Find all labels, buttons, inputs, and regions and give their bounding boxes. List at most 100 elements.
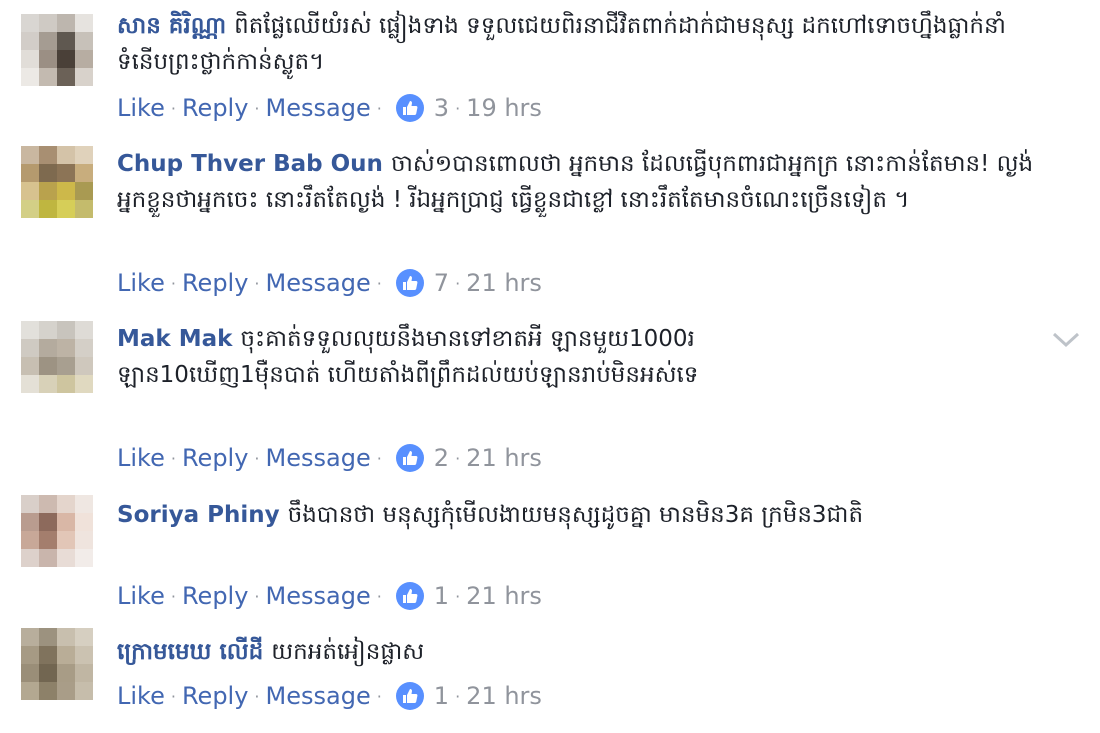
- avatar-pixel: [39, 321, 57, 339]
- avatar-pixel: [57, 200, 75, 218]
- comment-text: សាន គិរិណ្ណា ពិតផ្លែឈើយំរស់ ផ្លៀងទាង ទទួល…: [117, 8, 1057, 80]
- like-count[interactable]: 7: [434, 269, 449, 297]
- avatar-pixel: [75, 50, 93, 68]
- like-count[interactable]: 3: [434, 94, 449, 122]
- avatar-pixel: [57, 14, 75, 32]
- avatar-pixel: [75, 321, 93, 339]
- thumbs-up-icon[interactable]: [395, 444, 424, 472]
- timestamp[interactable]: 21 hrs: [466, 682, 542, 710]
- avatar-pixel: [39, 182, 57, 200]
- avatar-pixel: [39, 32, 57, 50]
- comment-text: ក្រោមមេឃ លើដី យកអត់អៀនផ្លាស: [117, 634, 1057, 670]
- avatar-pixel: [75, 339, 93, 357]
- avatar-pixel: [57, 321, 75, 339]
- like-link[interactable]: Like: [117, 682, 165, 710]
- thumbs-up-icon[interactable]: [395, 682, 424, 710]
- avatar-pixel: [21, 664, 39, 682]
- reply-link[interactable]: Reply: [182, 582, 248, 610]
- separator-dot: ·: [170, 98, 176, 118]
- reply-link[interactable]: Reply: [182, 94, 248, 122]
- avatar-pixel: [57, 646, 75, 664]
- avatar-pixel: [21, 495, 39, 513]
- commenter-name[interactable]: ក្រោមមេឃ លើដី: [117, 639, 263, 665]
- avatar-pixel: [57, 531, 75, 549]
- message-link[interactable]: Message: [266, 269, 371, 297]
- comment-actions: Like · Reply · Message · 2 · 21 hrs: [117, 442, 542, 474]
- avatar[interactable]: [21, 628, 93, 700]
- like-count[interactable]: 1: [434, 682, 449, 710]
- message-link[interactable]: Message: [266, 444, 371, 472]
- timestamp[interactable]: 21 hrs: [466, 269, 542, 297]
- avatar-pixel: [39, 628, 57, 646]
- like-link[interactable]: Like: [117, 444, 165, 472]
- avatar-pixel: [39, 513, 57, 531]
- chevron-down-icon[interactable]: [1050, 325, 1082, 353]
- avatar-pixel: [21, 146, 39, 164]
- separator-dot: ·: [455, 586, 461, 606]
- avatar[interactable]: [21, 495, 93, 567]
- avatar-pixel: [57, 164, 75, 182]
- separator-dot: ·: [455, 98, 461, 118]
- avatar-pixel: [75, 682, 93, 700]
- avatar-pixel: [75, 146, 93, 164]
- like-link[interactable]: Like: [117, 269, 165, 297]
- avatar-pixel: [21, 682, 39, 700]
- avatar[interactable]: [21, 146, 93, 218]
- avatar-pixel: [75, 164, 93, 182]
- commenter-name[interactable]: Soriya Phiny: [117, 502, 280, 528]
- avatar-pixel: [75, 200, 93, 218]
- message-link[interactable]: Message: [266, 582, 371, 610]
- separator-dot: ·: [254, 273, 260, 293]
- comment-actions: Like · Reply · Message · 1 · 21 hrs: [117, 580, 542, 612]
- like-link[interactable]: Like: [117, 94, 165, 122]
- like-link[interactable]: Like: [117, 582, 165, 610]
- avatar-pixel: [21, 32, 39, 50]
- avatar[interactable]: [21, 321, 93, 393]
- avatar-pixel: [39, 357, 57, 375]
- timestamp[interactable]: 21 hrs: [466, 582, 542, 610]
- reply-link[interactable]: Reply: [182, 444, 248, 472]
- like-count[interactable]: 2: [434, 444, 449, 472]
- separator-dot: ·: [170, 448, 176, 468]
- like-count[interactable]: 1: [434, 582, 449, 610]
- avatar-pixel: [57, 682, 75, 700]
- avatar-pixel: [39, 531, 57, 549]
- avatar-pixel: [39, 14, 57, 32]
- avatar-pixel: [57, 339, 75, 357]
- avatar[interactable]: [21, 14, 93, 86]
- thumbs-up-icon[interactable]: [395, 94, 424, 122]
- avatar-pixel: [75, 664, 93, 682]
- message-link[interactable]: Message: [266, 682, 371, 710]
- reply-link[interactable]: Reply: [182, 682, 248, 710]
- avatar-pixel: [57, 182, 75, 200]
- commenter-name[interactable]: សាន គិរិណ្ណា: [117, 13, 226, 39]
- message-link[interactable]: Message: [266, 94, 371, 122]
- avatar-pixel: [21, 339, 39, 357]
- comment-text: Soriya Phiny ចឹងបានថា មនុស្សកុំមើលងាយមនុស…: [117, 497, 877, 533]
- reply-link[interactable]: Reply: [182, 269, 248, 297]
- avatar-pixel: [21, 513, 39, 531]
- avatar-pixel: [39, 549, 57, 567]
- avatar-pixel: [39, 495, 57, 513]
- thumbs-up-icon[interactable]: [395, 582, 424, 610]
- separator-dot: ·: [455, 686, 461, 706]
- comment-body: ចឹងបានថា មនុស្សកុំមើលងាយមនុស្សដូចគ្នា មា…: [287, 502, 864, 528]
- avatar-pixel: [75, 68, 93, 86]
- avatar-pixel: [39, 68, 57, 86]
- avatar-pixel: [21, 50, 39, 68]
- comment-actions: Like · Reply · Message · 3 · 19 hrs: [117, 92, 542, 124]
- avatar-pixel: [57, 664, 75, 682]
- comment-list: សាន គិរិណ្ណា ពិតផ្លែឈើយំរស់ ផ្លៀងទាង ទទួល…: [0, 0, 1100, 733]
- avatar-pixel: [21, 182, 39, 200]
- avatar-pixel: [39, 164, 57, 182]
- avatar-pixel: [21, 68, 39, 86]
- avatar-pixel: [21, 200, 39, 218]
- thumbs-up-icon[interactable]: [395, 269, 424, 297]
- avatar-pixel: [21, 357, 39, 375]
- separator-dot: ·: [376, 448, 382, 468]
- commenter-name[interactable]: Chup Thver Bab Oun: [117, 151, 383, 177]
- commenter-name[interactable]: Mak Mak: [117, 326, 232, 352]
- timestamp[interactable]: 19 hrs: [466, 94, 542, 122]
- comment-text: Mak Mak ចុះគាត់ទទួលលុយនឹងមានទៅខាតអី ឡានមួ…: [117, 321, 717, 393]
- timestamp[interactable]: 21 hrs: [466, 444, 542, 472]
